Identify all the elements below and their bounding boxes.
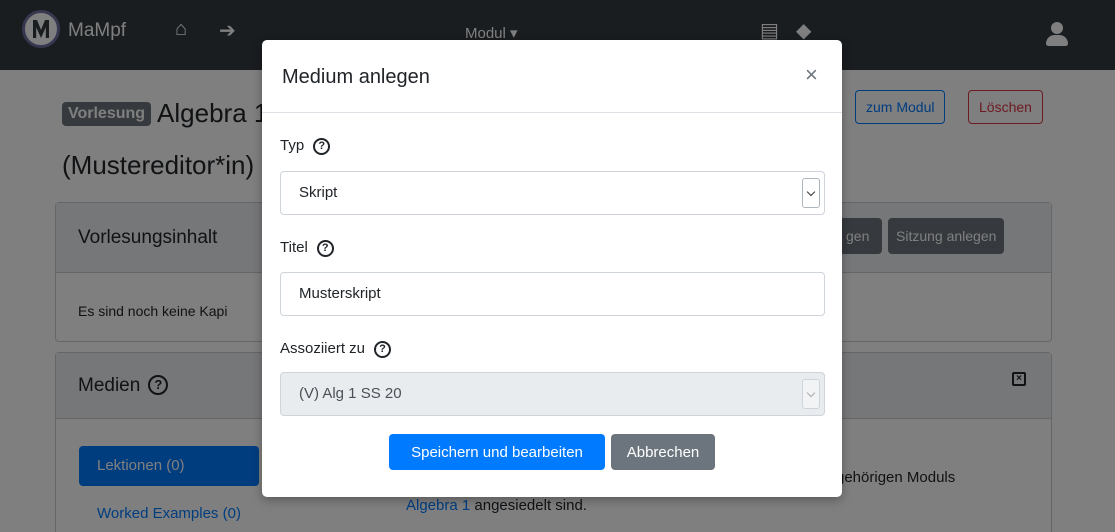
create-medium-modal: Medium anlegen × Typ? Skript Titel? Must… (262, 40, 842, 497)
typ-label-text: Typ (280, 137, 305, 154)
assoziiert-select-value: (V) Alg 1 SS 20 (299, 385, 402, 402)
help-icon[interactable]: ? (316, 240, 334, 257)
help-icon[interactable]: ? (374, 341, 392, 358)
close-icon[interactable]: × (805, 64, 818, 86)
typ-select[interactable]: Skript (280, 171, 825, 215)
cancel-button[interactable]: Abbrechen (611, 434, 715, 470)
save-and-edit-button[interactable]: Speichern und bearbeiten (389, 434, 605, 470)
modal-header: Medium anlegen × (262, 40, 842, 113)
chevron-down-icon (802, 379, 820, 409)
chevron-down-icon[interactable] (802, 178, 820, 208)
titel-input[interactable]: Musterskript (280, 272, 825, 316)
assoziiert-select: (V) Alg 1 SS 20 (280, 372, 825, 416)
assoziiert-label: Assoziiert zu? (280, 340, 392, 358)
help-icon[interactable]: ? (313, 138, 331, 155)
typ-label: Typ? (280, 137, 331, 155)
typ-select-value: Skript (299, 184, 338, 201)
titel-label-text: Titel (280, 239, 308, 256)
modal-title: Medium anlegen (282, 66, 430, 88)
titel-label: Titel? (280, 239, 334, 257)
assoziiert-label-text: Assoziiert zu (280, 340, 366, 357)
titel-input-value: Musterskript (299, 285, 381, 302)
